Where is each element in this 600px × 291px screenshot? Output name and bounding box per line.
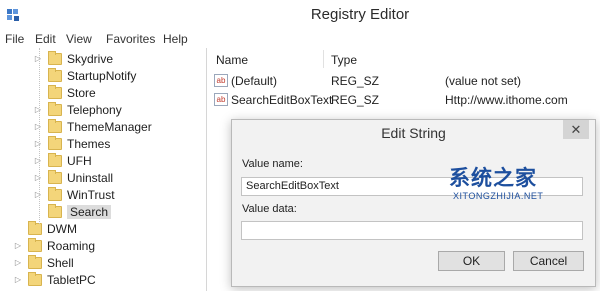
tree-node-label: StartupNotify [67,68,137,83]
tree-node-label: Telephony [67,102,122,117]
folder-icon [48,186,62,201]
value-row[interactable]: ab (Default) REG_SZ (value not set) [207,72,600,90]
tree-node-label: WinTrust [67,187,115,202]
tree-node-label: Search [67,204,112,219]
value-type: REG_SZ [331,74,380,88]
tree-node-dwm[interactable]: DWM [14,220,77,237]
tree-node-startupnotify[interactable]: StartupNotify [34,67,136,84]
tree-node-roaming[interactable]: ▷ Roaming [14,237,95,254]
folder-icon [28,254,42,269]
menu-favorites[interactable]: Favorites [106,32,155,46]
value-data: (value not set) [445,74,522,88]
column-header-type[interactable]: Type [331,48,357,70]
dialog-title: Edit String [381,125,446,141]
expand-arrow-icon[interactable]: ▷ [34,122,42,131]
value-data-label: Value data: [242,203,297,215]
tree-node-label: Uninstall [67,170,114,185]
tree-node-label: UFH [67,153,92,168]
edit-string-dialog: Edit String ✕ Value name: SearchEditBoxT… [231,119,596,287]
value-name: SearchEditBoxText [231,93,333,107]
close-icon: ✕ [570,122,582,137]
tree-node-telephony[interactable]: ▷ Telephony [34,101,122,118]
column-separator[interactable] [323,50,324,68]
expand-arrow-icon[interactable]: ▷ [34,54,42,63]
tree-node-label: Store [67,85,96,100]
folder-icon [48,50,62,65]
close-button[interactable]: ✕ [563,120,589,139]
folder-icon [48,203,62,218]
expand-arrow-icon[interactable]: ▷ [14,275,22,284]
value-name-field[interactable]: SearchEditBoxText [241,177,583,196]
tree-node-label: Themes [67,136,111,151]
string-value-icon: ab [214,93,228,106]
tree-node-search[interactable]: Search [34,203,112,220]
expand-arrow-icon[interactable]: ▷ [34,156,42,165]
tree-node-shell[interactable]: ▷ Shell [14,254,74,271]
value-name-label: Value name: [242,158,303,170]
tree-node-uninstall[interactable]: ▷ Uninstall [34,169,113,186]
value-data: Http://www.ithome.com [445,93,568,107]
value-name: (Default) [231,74,278,88]
tree-node-label: ThemeManager [67,119,152,134]
folder-icon [48,135,62,150]
tree-node-label: Shell [47,255,74,270]
registry-tree[interactable]: ▷ Skydrive StartupNotify Store ▷ Telephony ▷ Th… [0,48,207,291]
menu-file[interactable]: File [5,32,24,46]
tree-node-label: TabletPC [47,272,96,287]
folder-icon [28,237,42,252]
folder-icon [48,118,62,133]
tree-node-label: Roaming [47,238,96,253]
tree-node-tabletpc[interactable]: ▷ TabletPC [14,271,96,288]
folder-icon [48,67,62,82]
folder-icon [48,152,62,167]
menu-bar: File Edit View Favorites Help [0,30,600,49]
value-data-field[interactable] [241,221,583,240]
value-type: REG_SZ [331,93,380,107]
expand-arrow-icon[interactable]: ▷ [34,173,42,182]
ok-button[interactable]: OK [438,251,505,271]
string-value-icon: ab [214,74,228,87]
folder-icon [48,101,62,116]
expand-arrow-icon[interactable]: ▷ [34,105,42,114]
title-bar: Registry Editor [0,0,600,30]
tree-node-wintrust[interactable]: ▷ WinTrust [34,186,115,203]
window-title: Registry Editor [310,6,410,23]
menu-view[interactable]: View [66,32,92,46]
tree-node-ufh[interactable]: ▷ UFH [34,152,92,169]
folder-icon [28,271,42,286]
expand-arrow-icon[interactable]: ▷ [34,139,42,148]
expand-arrow-icon[interactable]: ▷ [14,258,22,267]
column-header-name[interactable]: Name [216,48,248,70]
folder-icon [28,220,42,235]
value-row[interactable]: ab SearchEditBoxText REG_SZ Http://www.itho… [207,91,600,109]
folder-icon [48,84,62,99]
tree-node-themes[interactable]: ▷ Themes [34,135,110,152]
tree-node-store[interactable]: Store [34,84,96,101]
menu-help[interactable]: Help [163,32,188,46]
expand-arrow-icon[interactable]: ▷ [34,190,42,199]
expand-arrow-icon[interactable]: ▷ [14,241,22,250]
tree-node-label: Skydrive [67,51,114,66]
menu-edit[interactable]: Edit [35,32,56,46]
cancel-button[interactable]: Cancel [513,251,584,271]
folder-icon [48,169,62,184]
tree-node-thememanager[interactable]: ▷ ThemeManager [34,118,152,135]
tree-guide-line [39,48,40,224]
tree-node-skydrive[interactable]: ▷ Skydrive [34,50,113,67]
tree-node-label: DWM [47,221,77,236]
